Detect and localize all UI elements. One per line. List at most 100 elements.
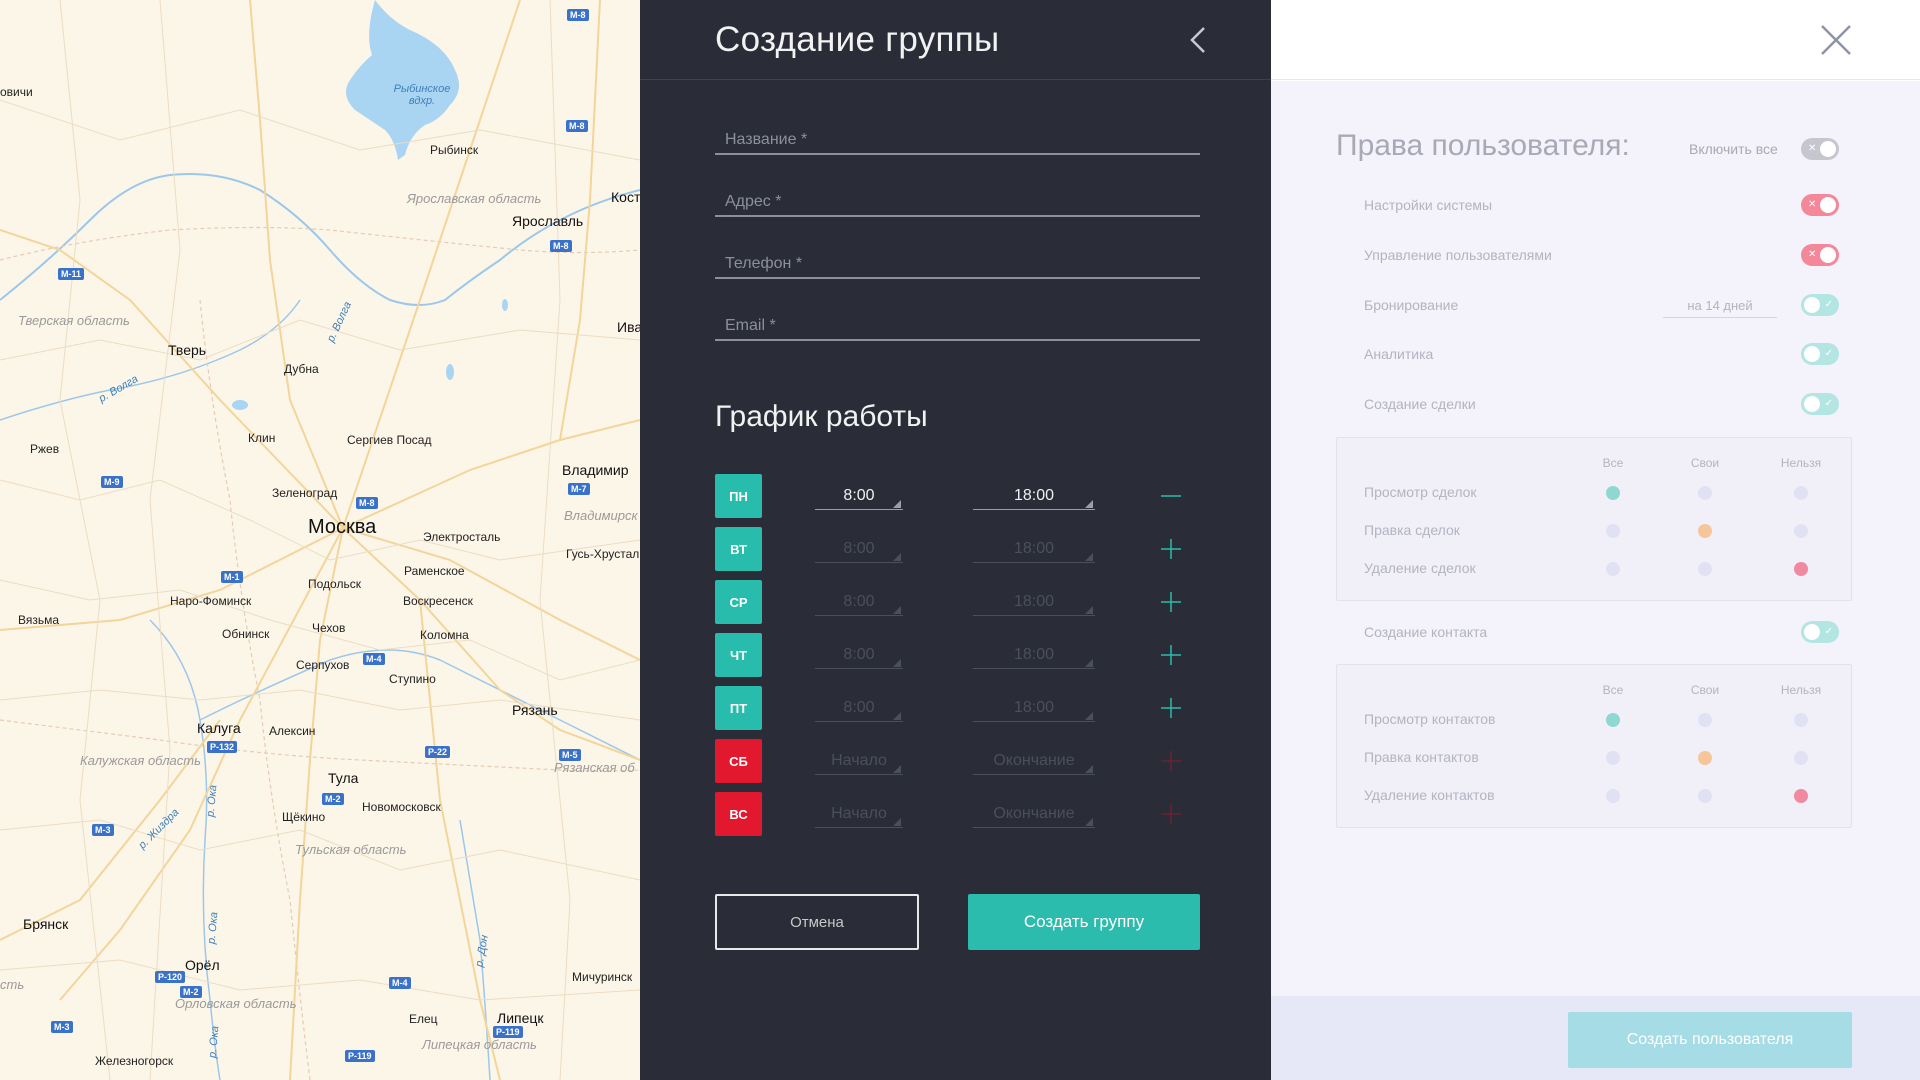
day-badge[interactable]: ЧТ (715, 633, 762, 677)
contact-view-label: Просмотр контактов (1364, 711, 1496, 727)
start-time-select[interactable]: 8:00 (815, 588, 903, 616)
road-shield: М-11 (58, 268, 85, 280)
close-button[interactable] (1818, 22, 1854, 58)
radio-none[interactable] (1794, 524, 1808, 538)
end-time-select[interactable]: Окончание (973, 747, 1095, 775)
day-badge[interactable]: СР (715, 580, 762, 624)
road-shield: М-2 (322, 793, 344, 805)
radio-own[interactable] (1698, 562, 1712, 576)
name-input[interactable] (715, 115, 1200, 153)
remove-row-button[interactable] (1157, 482, 1185, 510)
day-badge[interactable]: ПТ (715, 686, 762, 730)
start-time-select[interactable]: Начало (815, 800, 903, 828)
address-input[interactable] (715, 177, 1200, 215)
user-panel-footer: Создать пользователя (1271, 996, 1920, 1080)
system-settings-toggle[interactable]: ✕ (1801, 194, 1839, 216)
back-button[interactable] (1180, 22, 1216, 58)
analytics-toggle[interactable]: ✓ (1801, 343, 1839, 365)
add-row-button[interactable] (1157, 800, 1185, 828)
create-group-button[interactable]: Создать группу (968, 894, 1200, 950)
add-row-button[interactable] (1157, 535, 1185, 563)
group-panel-header: Создание группы (640, 0, 1271, 80)
radio-own[interactable] (1698, 751, 1712, 765)
end-time-select[interactable]: 18:00 (973, 588, 1095, 616)
deals-permissions-box: Все Свои Нельзя Просмотр сделок Правка с… (1336, 437, 1852, 601)
phone-field[interactable] (715, 239, 1200, 279)
select-corner-icon (893, 553, 901, 561)
plus-icon (1161, 645, 1181, 665)
end-time-select[interactable]: 18:00 (973, 535, 1095, 563)
user-panel-header (1271, 0, 1920, 80)
add-row-button[interactable] (1157, 588, 1185, 616)
create-user-button[interactable]: Создать пользователя (1568, 1012, 1852, 1068)
add-row-button[interactable] (1157, 641, 1185, 669)
road-shield: М-7 (568, 483, 590, 495)
user-rights-panel: Права пользователя: Включить все ✕ Настр… (1271, 0, 1920, 1080)
radio-own[interactable] (1698, 713, 1712, 727)
start-time-value: Начало (831, 752, 887, 769)
email-field[interactable] (715, 301, 1200, 341)
radio-none[interactable] (1794, 562, 1808, 576)
plus-icon (1161, 698, 1181, 718)
map-city-label: Гусь-Хрустал (566, 547, 640, 561)
contact-create-toggle[interactable]: ✓ (1801, 621, 1839, 643)
deal-create-toggle[interactable]: ✓ (1801, 393, 1839, 415)
radio-own[interactable] (1698, 486, 1712, 500)
add-row-button[interactable] (1157, 747, 1185, 775)
name-field[interactable] (715, 115, 1200, 155)
end-time-value: 18:00 (1013, 699, 1055, 716)
x-mark-icon: ✕ (1808, 143, 1817, 154)
map-canvas (0, 0, 640, 1080)
enable-all-label: Включить все (1689, 141, 1778, 157)
river-oka-east (199, 649, 640, 761)
perm-label-analytics: Аналитика (1364, 346, 1434, 362)
radio-none[interactable] (1794, 751, 1808, 765)
day-badge[interactable]: ВС (715, 792, 762, 836)
start-time-select[interactable]: 8:00 (815, 694, 903, 722)
email-input[interactable] (715, 301, 1200, 339)
select-corner-icon (1085, 500, 1093, 508)
radio-all[interactable] (1606, 751, 1620, 765)
enable-all-toggle[interactable]: ✕ (1801, 138, 1839, 160)
radio-none[interactable] (1794, 789, 1808, 803)
end-time-select[interactable]: 18:00 (973, 482, 1095, 510)
radio-all[interactable] (1606, 562, 1620, 576)
add-row-button[interactable] (1157, 694, 1185, 722)
start-time-select[interactable]: Начало (815, 747, 903, 775)
column-own: Свои (1690, 683, 1720, 697)
end-time-select[interactable]: 18:00 (973, 694, 1095, 722)
map-city-label: Дубна (284, 362, 319, 376)
booking-period-select[interactable]: на 14 дней (1663, 296, 1777, 318)
end-time-select[interactable]: 18:00 (973, 641, 1095, 669)
booking-toggle[interactable]: ✓ (1801, 294, 1839, 316)
cancel-button[interactable]: Отмена (715, 894, 919, 950)
radio-all[interactable] (1606, 713, 1620, 727)
address-field[interactable] (715, 177, 1200, 217)
radio-all[interactable] (1606, 524, 1620, 538)
start-time-select[interactable]: 8:00 (815, 482, 903, 510)
contact-edit-label: Правка контактов (1364, 749, 1479, 765)
radio-all[interactable] (1606, 789, 1620, 803)
map-city-label: Клин (248, 431, 276, 445)
radio-own[interactable] (1698, 524, 1712, 538)
radio-none[interactable] (1794, 713, 1808, 727)
chevron-left-icon (1190, 27, 1205, 53)
start-time-value: 8:00 (843, 699, 875, 716)
end-time-select[interactable]: Окончание (973, 800, 1095, 828)
plus-icon (1161, 751, 1181, 771)
radio-own[interactable] (1698, 789, 1712, 803)
day-badge[interactable]: ПН (715, 474, 762, 518)
map-city-label: Тверь (168, 342, 207, 358)
map-region-label: Калужская область (80, 753, 201, 768)
radio-none[interactable] (1794, 486, 1808, 500)
schedule-row-wed: СР 8:00 18:00 (715, 580, 1215, 624)
user-management-toggle[interactable]: ✕ (1801, 244, 1839, 266)
radio-all[interactable] (1606, 486, 1620, 500)
start-time-select[interactable]: 8:00 (815, 641, 903, 669)
start-time-select[interactable]: 8:00 (815, 535, 903, 563)
day-badge[interactable]: СБ (715, 739, 762, 783)
phone-input[interactable] (715, 239, 1200, 277)
map-city-label: Орёл (185, 957, 220, 973)
day-badge[interactable]: ВТ (715, 527, 762, 571)
map-view[interactable]: Рыбинск Ярославль Кост Ива Тверь Дубна Р… (0, 0, 640, 1080)
